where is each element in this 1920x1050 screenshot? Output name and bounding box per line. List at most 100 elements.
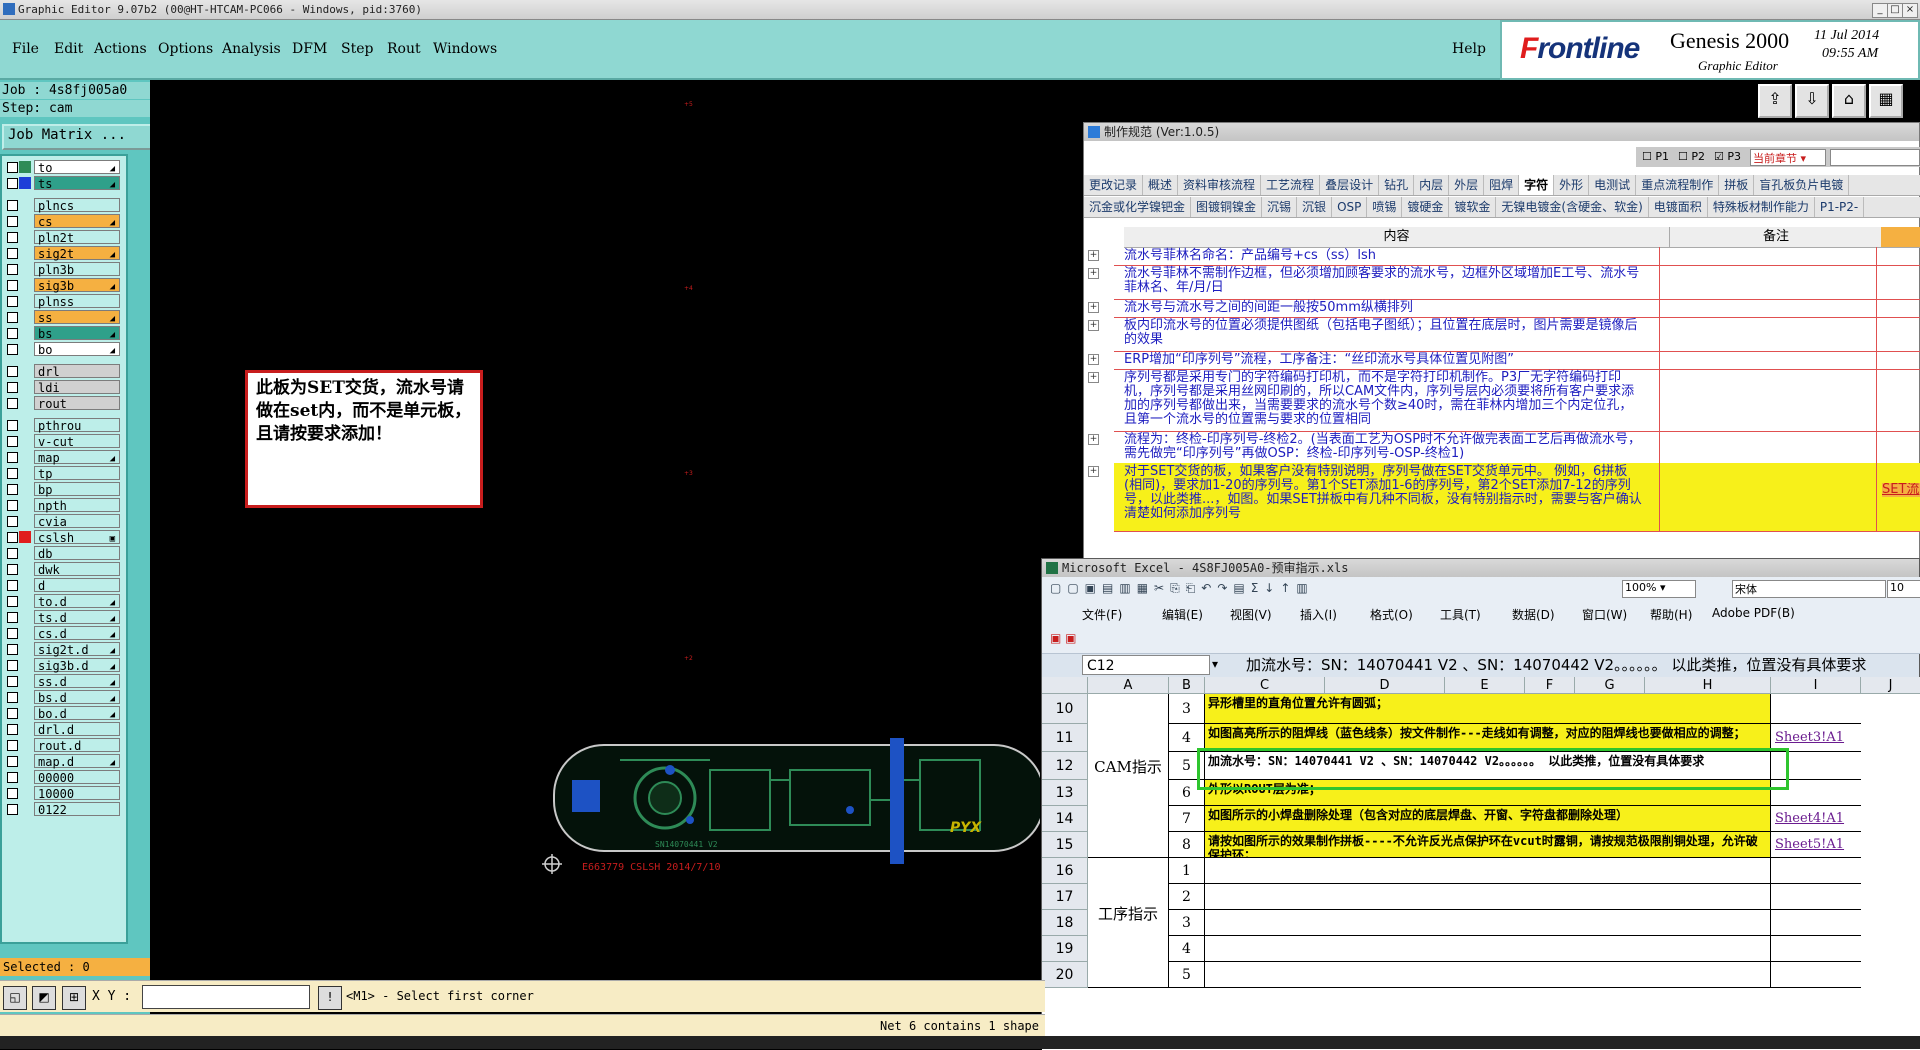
expand-icon[interactable]: + (1088, 320, 1099, 331)
instruction-cell[interactable]: 请按如图所示的效果制作拼板----不允许反光点保护环在vcut时露铜，请按规范极… (1205, 832, 1771, 862)
spec-subtab[interactable]: 沉金或化学镍钯金 (1084, 197, 1192, 217)
number-cell[interactable]: 3 (1169, 694, 1205, 724)
layer-checkbox[interactable] (7, 248, 18, 259)
menu-windows[interactable]: Windows (433, 41, 497, 57)
layer-color-swatch[interactable] (19, 419, 31, 431)
expand-icon[interactable]: + (1088, 354, 1099, 365)
layer-checkbox[interactable] (7, 420, 18, 431)
layer-checkbox[interactable] (7, 740, 18, 751)
spec-row[interactable]: 序列号都是采用专门的字符编码打印机，而不是字符打印机制作。P3厂无字符编码打印机… (1088, 369, 1920, 432)
layer-checkbox[interactable] (7, 328, 18, 339)
layer-name[interactable]: bp (34, 482, 120, 497)
layer-name[interactable]: drl.d (34, 722, 120, 737)
layer-checkbox[interactable] (7, 708, 18, 719)
layer-row[interactable]: ldi (4, 380, 122, 395)
layer-checkbox[interactable] (7, 804, 18, 815)
layer-checkbox[interactable] (7, 676, 18, 687)
layer-row[interactable]: 0122 (4, 802, 122, 817)
font-size-select[interactable]: 10 (1887, 580, 1920, 598)
instruction-cell[interactable]: 异形槽里的直角位置允许有圆弧； (1205, 694, 1771, 724)
spec-row[interactable]: 流程为：终检-印序列号-终检2。(当表面工艺为OSP时不允许做完表面工艺后再做流… (1088, 431, 1920, 464)
layer-row[interactable]: cvia (4, 514, 122, 529)
layer-name[interactable]: to.d ◢ (34, 594, 120, 609)
layer-row[interactable]: ts ◢ (4, 176, 122, 191)
layer-color-swatch[interactable] (19, 803, 31, 815)
layer-color-swatch[interactable] (19, 295, 31, 307)
import-icon[interactable]: ⇩ (1795, 84, 1829, 118)
layer-name[interactable]: map.d ◢ (34, 754, 120, 769)
layer-checkbox[interactable] (7, 516, 18, 527)
spec-tab[interactable]: 钻孔 (1379, 175, 1415, 195)
spec-row-remark[interactable]: SET流 (1882, 483, 1920, 497)
layer-name[interactable]: ts.d ◢ (34, 610, 120, 625)
pdf-icon[interactable]: ▣ ▣ (1050, 631, 1077, 645)
close-button[interactable]: × (1902, 3, 1918, 18)
layer-row[interactable]: bs ◢ (4, 326, 122, 341)
export-icon[interactable]: ⇪ (1758, 84, 1792, 118)
layer-checkbox[interactable] (7, 628, 18, 639)
layer-color-swatch[interactable] (19, 247, 31, 259)
layer-checkbox[interactable] (7, 548, 18, 559)
spec-row[interactable]: 对于SET交货的板，如果客户没有特别说明，序列号做在SET交货单元中。 例如，6… (1088, 463, 1920, 532)
link-cell[interactable] (1771, 884, 1861, 910)
layer-row[interactable]: cslsh ▣ (4, 530, 122, 545)
maximize-button[interactable]: □ (1887, 3, 1903, 18)
layer-checkbox[interactable] (7, 692, 18, 703)
layer-checkbox[interactable] (7, 612, 18, 623)
layer-checkbox[interactable] (7, 532, 18, 543)
layer-name[interactable]: db (34, 546, 120, 561)
layer-color-swatch[interactable] (19, 723, 31, 735)
sheet-link[interactable]: Sheet5!A1 (1775, 837, 1844, 852)
layer-color-swatch[interactable] (19, 643, 31, 655)
layer-row[interactable]: bo.d ◢ (4, 706, 122, 721)
menu-step[interactable]: Step (341, 41, 373, 57)
spec-subtab[interactable]: 特殊板材制作能力 (1708, 197, 1815, 217)
link-cell[interactable] (1771, 858, 1861, 884)
row-header[interactable]: 14 (1042, 806, 1088, 832)
menu-help[interactable]: Help (1452, 41, 1486, 57)
layer-color-swatch[interactable] (19, 563, 31, 575)
number-cell[interactable]: 5 (1169, 962, 1205, 988)
layer-row[interactable]: cs ◢ (4, 214, 122, 229)
spec-subtab[interactable]: 沉银 (1297, 197, 1333, 217)
layer-color-swatch[interactable] (19, 279, 31, 291)
chapter-select[interactable]: 当前章节 ▾ (1750, 149, 1826, 166)
spec-tab[interactable]: 拼板 (1719, 175, 1755, 195)
excel-menu-item[interactable]: 窗口(W) (1582, 606, 1627, 623)
link-cell[interactable]: Sheet4!A1 (1771, 806, 1861, 832)
layer-color-swatch[interactable] (19, 579, 31, 591)
spec-tab[interactable]: 资料审核流程 (1178, 175, 1262, 195)
spec-subtab[interactable]: 无镍电镀金(含硬金、软金) (1496, 197, 1649, 217)
formula-bar[interactable]: 加流水号：SN：14070441 V2 、SN：14070442 V2。。。。。… (1242, 655, 1920, 675)
layer-checkbox[interactable] (7, 232, 18, 243)
layer-checkbox[interactable] (7, 296, 18, 307)
snap-tool-icon[interactable]: ⊞ (62, 986, 86, 1010)
name-box[interactable]: C12 (1082, 655, 1210, 675)
spec-row[interactable]: 板内印流水号的位置必须提供图纸（包括电子图纸）；且位置在底层时，图片需要是镜像后… (1088, 317, 1920, 352)
select-tool-icon[interactable]: ◱ (3, 986, 27, 1010)
layer-row[interactable]: v-cut (4, 434, 122, 449)
column-header[interactable]: D (1325, 677, 1445, 694)
layer-row[interactable]: drl.d (4, 722, 122, 737)
layer-color-swatch[interactable] (19, 547, 31, 559)
layer-row[interactable]: npth (4, 498, 122, 513)
layer-name[interactable]: bs ◢ (34, 326, 120, 341)
layer-row[interactable]: sig2t.d ◢ (4, 642, 122, 657)
layer-color-swatch[interactable] (19, 771, 31, 783)
layer-name[interactable]: rout.d (34, 738, 120, 753)
row-header[interactable]: 11 (1042, 724, 1088, 752)
layer-color-swatch[interactable] (19, 161, 31, 173)
layer-color-swatch[interactable] (19, 177, 31, 189)
layer-checkbox[interactable] (7, 436, 18, 447)
expand-icon[interactable]: + (1088, 302, 1099, 313)
link-cell[interactable] (1771, 694, 1861, 724)
link-cell[interactable]: Sheet5!A1 (1771, 832, 1861, 858)
spec-subtab[interactable]: 图镀铜镍金 (1191, 197, 1263, 217)
menu-edit[interactable]: Edit (54, 41, 83, 57)
spec-tab[interactable]: 外形 (1554, 175, 1590, 195)
row-header[interactable]: 20 (1042, 962, 1088, 988)
layer-checkbox[interactable] (7, 264, 18, 275)
layer-checkbox[interactable] (7, 366, 18, 377)
layer-name[interactable]: sig2t ◢ (34, 246, 120, 261)
layer-name[interactable]: pln3b (34, 262, 120, 277)
